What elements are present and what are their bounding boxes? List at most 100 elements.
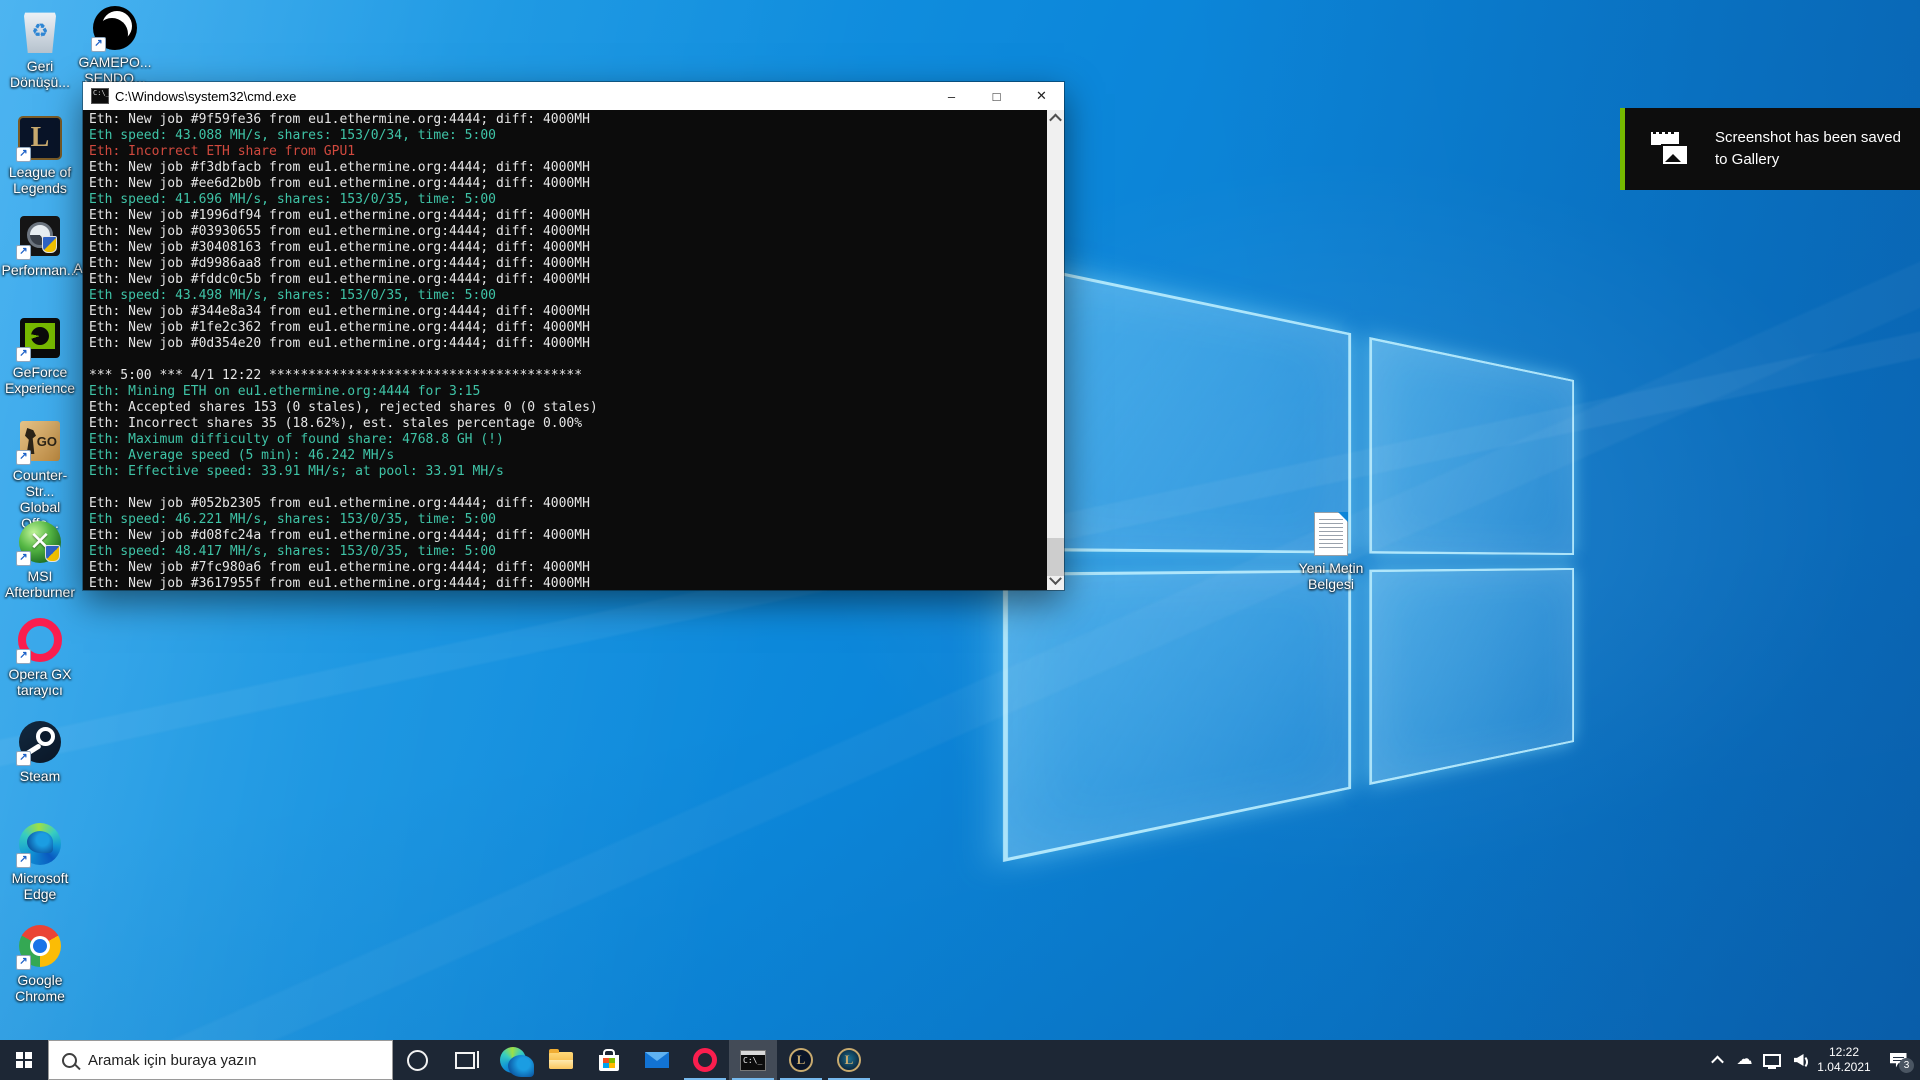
desktop-icon-gamepower[interactable]: ↗GAMEPO... SENDO... bbox=[75, 4, 155, 86]
console-line: Eth: Incorrect shares 35 (18.62%), est. … bbox=[89, 416, 1047, 432]
console-line: Eth speed: 41.696 MH/s, shares: 153/0/35… bbox=[89, 192, 1047, 208]
textdoc-icon bbox=[1314, 512, 1348, 556]
toast-line1: Screenshot has been saved bbox=[1715, 127, 1901, 149]
taskbar-button-cortana[interactable] bbox=[393, 1040, 441, 1080]
desktop-icon-recycle-bin[interactable]: Geri Dönüşü... bbox=[0, 8, 80, 90]
console-line: Eth: New job #d9986aa8 from eu1.ethermin… bbox=[89, 256, 1047, 272]
desktop-icon-label: GeForce Experience bbox=[0, 364, 80, 396]
scrollbar[interactable] bbox=[1047, 110, 1064, 590]
network-icon[interactable] bbox=[1758, 1040, 1785, 1080]
system-tray: ☁ 12:22 1.04.2021 3 bbox=[1704, 1040, 1920, 1080]
console-line: Eth: Effective speed: 33.91 MH/s; at poo… bbox=[89, 464, 1047, 480]
notification-count-badge: 3 bbox=[1899, 1058, 1914, 1073]
console-line: Eth speed: 43.088 MH/s, shares: 153/0/34… bbox=[89, 128, 1047, 144]
desktop-icon-label: League of Legends bbox=[0, 164, 80, 196]
shortcut-arrow-icon: ↗ bbox=[16, 245, 31, 260]
shortcut-arrow-icon: ↗ bbox=[16, 751, 31, 766]
console-line: Eth: New job #052b2305 from eu1.ethermin… bbox=[89, 496, 1047, 512]
console-line: Eth speed: 48.417 MH/s, shares: 153/0/35… bbox=[89, 544, 1047, 560]
shortcut-arrow-icon: ↗ bbox=[16, 450, 31, 465]
cmd-window[interactable]: C:\Windows\system32\cmd.exe – □ ✕ Eth: N… bbox=[83, 82, 1064, 590]
window-title: C:\Windows\system32\cmd.exe bbox=[115, 89, 296, 104]
console-line: Eth: New job #344e8a34 from eu1.ethermin… bbox=[89, 304, 1047, 320]
desktop-icon-steam[interactable]: ↗ Steam bbox=[0, 718, 80, 784]
notification-toast[interactable]: Screenshot has been saved to Gallery bbox=[1620, 108, 1920, 190]
onedrive-cloud-icon[interactable]: ☁ bbox=[1731, 1040, 1758, 1080]
console-line: Eth: Maximum difficulty of found share: … bbox=[89, 432, 1047, 448]
clock-date: 1.04.2021 bbox=[1812, 1060, 1876, 1075]
opera-gx-icon bbox=[693, 1048, 717, 1072]
console-line: Eth: New job #7fc980a6 from eu1.ethermin… bbox=[89, 560, 1047, 576]
tray-icons: ☁ bbox=[1704, 1040, 1812, 1080]
shortcut-arrow-icon: ↗ bbox=[16, 853, 31, 868]
taskbar-search[interactable]: Aramak için buraya yazın bbox=[48, 1040, 393, 1080]
taskbar-button-lol-game[interactable] bbox=[825, 1040, 873, 1080]
cmd-icon bbox=[91, 88, 109, 104]
search-icon bbox=[62, 1053, 77, 1068]
console-line: Eth speed: 43.498 MH/s, shares: 153/0/35… bbox=[89, 288, 1047, 304]
taskbar-button-file-explorer[interactable] bbox=[537, 1040, 585, 1080]
console-line bbox=[89, 352, 1047, 368]
taskbar-buttons bbox=[393, 1040, 873, 1080]
cortana-icon bbox=[407, 1050, 428, 1071]
recycle-bin-icon bbox=[23, 11, 57, 53]
taskbar-button-edge[interactable] bbox=[489, 1040, 537, 1080]
shortcut-arrow-icon: ↗ bbox=[16, 551, 31, 566]
maximize-button[interactable]: □ bbox=[974, 82, 1019, 110]
desktop-icon-opera-gx[interactable]: ↗ Opera GX tarayıcı bbox=[0, 616, 80, 698]
taskbar-button-task-view[interactable] bbox=[441, 1040, 489, 1080]
toast-line2: to Gallery bbox=[1715, 149, 1901, 171]
cmd-titlebar[interactable]: C:\Windows\system32\cmd.exe – □ ✕ bbox=[83, 82, 1064, 110]
console-line: Eth: Incorrect ETH share from GPU1 bbox=[89, 144, 1047, 160]
lol-game-icon bbox=[837, 1048, 861, 1072]
console-line: Eth: New job #0d354e20 from eu1.ethermin… bbox=[89, 336, 1047, 352]
desktop-icon-textdoc[interactable]: Yeni Metin Belgesi bbox=[1291, 510, 1371, 592]
photo-icon bbox=[1661, 144, 1689, 166]
volume-icon[interactable] bbox=[1785, 1040, 1812, 1080]
lol-client-icon bbox=[789, 1048, 813, 1072]
scroll-up-icon[interactable] bbox=[1047, 110, 1064, 127]
shortcut-arrow-icon: ↗ bbox=[16, 955, 31, 970]
toast-message: Screenshot has been saved to Gallery bbox=[1715, 127, 1901, 171]
store-icon bbox=[599, 1055, 619, 1071]
console-line: Eth: Mining ETH on eu1.ethermine.org:444… bbox=[89, 384, 1047, 400]
taskbar-button-opera-gx[interactable] bbox=[681, 1040, 729, 1080]
start-button[interactable] bbox=[0, 1040, 48, 1080]
taskbar-button-mail[interactable] bbox=[633, 1040, 681, 1080]
taskbar: Aramak için buraya yazın ☁ 12:22 1.04.20… bbox=[0, 1040, 1920, 1080]
close-button[interactable]: ✕ bbox=[1019, 82, 1064, 110]
console-line: Eth: New job #d08fc24a from eu1.ethermin… bbox=[89, 528, 1047, 544]
windows-start-icon bbox=[16, 1052, 32, 1068]
console-line: Eth: New job #f3dbfacb from eu1.ethermin… bbox=[89, 160, 1047, 176]
desktop-icon-msi[interactable]: ↗MSI Afterburner bbox=[0, 518, 80, 600]
mail-icon bbox=[645, 1052, 669, 1068]
clock-time: 12:22 bbox=[1812, 1045, 1876, 1060]
taskbar-button-store[interactable] bbox=[585, 1040, 633, 1080]
desktop-icon-geforce[interactable]: ↗ GeForce Experience bbox=[0, 314, 80, 396]
desktop-icon-label: Opera GX tarayıcı bbox=[0, 666, 80, 698]
chevron-up-icon[interactable] bbox=[1704, 1040, 1731, 1080]
edge-icon bbox=[500, 1047, 526, 1073]
console-line: Eth: New job #3617955f from eu1.ethermin… bbox=[89, 576, 1047, 590]
scrollbar-thumb[interactable] bbox=[1047, 538, 1064, 576]
desktop-icon-label: Steam bbox=[0, 768, 80, 784]
console-line: *** 5:00 *** 4/1 12:22 *****************… bbox=[89, 368, 1047, 384]
desktop-icon-label: Yeni Metin Belgesi bbox=[1291, 560, 1371, 592]
taskbar-clock[interactable]: 12:22 1.04.2021 bbox=[1812, 1045, 1876, 1075]
search-placeholder: Aramak için buraya yazın bbox=[88, 1052, 256, 1069]
minimize-button[interactable]: – bbox=[929, 82, 974, 110]
desktop-icon-google-chrome[interactable]: ↗Google Chrome bbox=[0, 922, 80, 1004]
desktop-icon-microsoft-edge[interactable]: ↗Microsoft Edge bbox=[0, 820, 80, 902]
shortcut-arrow-icon: ↗ bbox=[16, 347, 31, 362]
file-explorer-icon bbox=[549, 1052, 573, 1069]
console-line: Eth: New job #1996df94 from eu1.ethermin… bbox=[89, 208, 1047, 224]
taskbar-button-cmd[interactable] bbox=[729, 1040, 777, 1080]
scroll-down-icon[interactable] bbox=[1047, 573, 1064, 590]
taskbar-button-lol-client[interactable] bbox=[777, 1040, 825, 1080]
desktop-icon-league-of-legends[interactable]: ↗League of Legends bbox=[0, 114, 80, 196]
action-center-button[interactable]: 3 bbox=[1876, 1040, 1920, 1080]
desktop-icon-label: Geri Dönüşü... bbox=[0, 58, 80, 90]
shortcut-arrow-icon: ↗ bbox=[16, 649, 31, 664]
console-line: Eth: New job #ee6d2b0b from eu1.ethermin… bbox=[89, 176, 1047, 192]
desktop-icon-csgo[interactable]: ↗Counter-Str... Global Offe... bbox=[0, 417, 80, 531]
